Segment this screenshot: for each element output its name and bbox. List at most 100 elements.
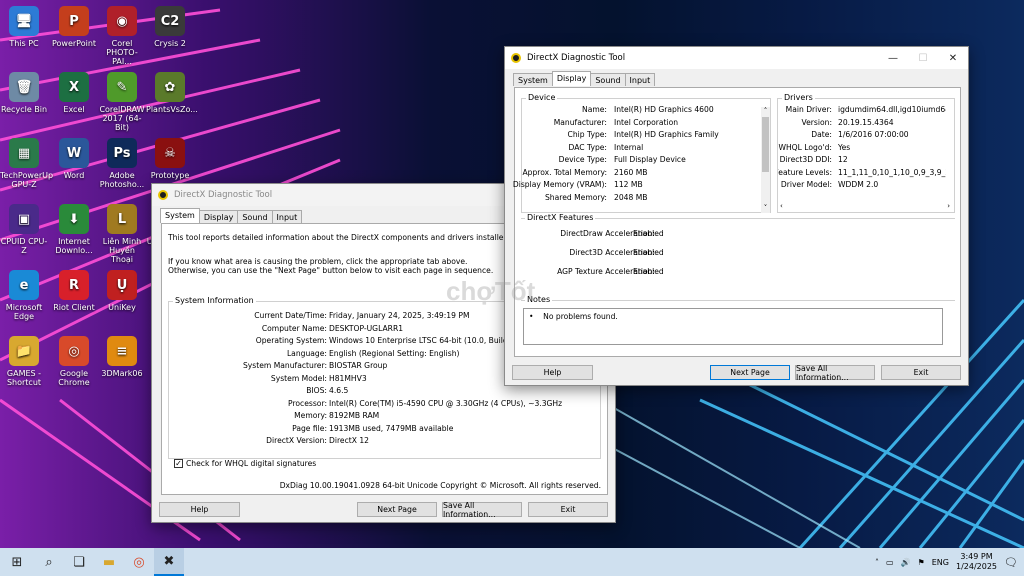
dxdiag-taskbar-icon[interactable]: ✖ [154,548,184,576]
driver-info-label: Feature Levels: [778,167,832,177]
desktop-icon[interactable]: W Word [50,138,98,180]
notifications-icon[interactable]: 🗨 [1004,556,1018,569]
driver-info-value: igdumdim64.dll,igd10iumd64.dll,igd10i [838,105,946,114]
driver-info-value: 12 [838,155,848,164]
scroll-right-icon[interactable]: › [947,202,950,210]
desktop-icon[interactable]: Ụ UniKey [98,270,146,312]
network-icon[interactable]: ▭ [886,558,894,567]
notes-box[interactable]: • No problems found. [523,308,943,345]
app-icon: ◉ [107,6,137,36]
exit-button[interactable]: Exit [881,365,961,380]
desktop-icon-label: GAMES - Shortcut [6,369,42,387]
save-all-information-button[interactable]: Save All Information... [442,501,522,519]
security-icon[interactable]: ⚑ [918,558,925,567]
desktop-icon[interactable]: ▣ CPUID CPU-Z [0,204,48,255]
desktop-icon[interactable]: P PowerPoint [50,6,98,48]
tab-display[interactable]: Display [198,210,239,223]
whql-checkbox[interactable]: ✓ Check for WHQL digital signatures [174,459,316,468]
save-all-information-button[interactable]: Save All Information... [795,364,875,382]
start-windows-icon[interactable]: ⊞ [0,548,34,576]
app-icon: X [59,72,89,102]
app-icon: Ụ [107,270,137,300]
next-page-button[interactable]: Next Page [357,502,437,517]
help-button[interactable]: Help [512,365,593,380]
device-info-value: Full Display Device [614,155,686,164]
scroll-up-icon[interactable]: ˄ [761,107,770,115]
clock[interactable]: 3:49 PM 1/24/2025 [956,552,997,572]
device-scrollbar[interactable]: ˄ ˅ [761,107,770,213]
dxdiag-window-display[interactable]: DirectX Diagnostic Tool — ☐ ✕ System Dis… [504,46,969,386]
checkbox-checked-icon[interactable]: ✓ [174,459,183,468]
system-info-label: Page file: [292,423,327,433]
desktop-icon-label: Recycle Bin [0,105,48,114]
tab-system[interactable]: System [160,208,200,223]
desktop-icon[interactable]: ◉ Corel PHOTO-PAI... [98,6,146,66]
desktop-icon[interactable]: X Excel [50,72,98,114]
desktop-icon[interactable]: ✿ PlantsVsZo... [146,72,198,114]
desktop-icon-label: Adobe Photosho... [99,171,145,189]
close-icon[interactable]: ✕ [938,47,968,69]
system-info-value: 1913MB used, 7479MB available [329,423,454,433]
scroll-down-icon[interactable]: ˅ [761,204,770,212]
desktop-icon-label: Riot Client [53,303,95,312]
desktop-icon[interactable]: ☠ Prototype [146,138,194,180]
next-page-button[interactable]: Next Page [710,365,790,380]
chevron-up-icon[interactable]: ˄ [875,558,879,567]
device-info-label: Shared Memory: [544,192,607,202]
system-info-label: Language: [286,348,327,358]
app-icon: ☠ [155,138,185,168]
file-explorer-icon[interactable]: ▬ [94,548,124,576]
maximize-icon[interactable]: ☐ [908,47,938,69]
desktop-icon[interactable]: Ps Adobe Photosho... [98,138,146,189]
tab-input[interactable]: Input [271,210,303,223]
desktop-icon[interactable]: ✎ CorelDRAW 2017 (64-Bit) [98,72,146,132]
minimize-icon[interactable]: — [878,47,908,69]
desktop-icon[interactable]: R Riot Client [50,270,98,312]
task-view-icon[interactable]: ❏ [64,548,94,576]
drivers-group: Drivers Main Driver: igdumdim64.dll,igd10… [777,93,955,213]
device-info-value: Internal [614,142,644,152]
system-info-label: Operating System: [255,336,327,345]
scroll-thumb[interactable] [762,117,769,172]
device-info-label: Display Memory (VRAM): [512,180,607,189]
features-group-title: DirectX Features [525,213,596,222]
device-info-label: Device Type: [558,155,607,164]
copyright-footer: DxDiag 10.00.19041.0928 64-bit Unicode C… [279,481,601,490]
desktop-icon[interactable]: L Liên Minh Huyền Thoại [98,204,146,264]
driver-horizontal-scrollbar[interactable]: ‹ › [780,202,950,210]
chrome-taskbar-icon[interactable]: ◎ [124,548,154,576]
tab-display[interactable]: Display [551,71,592,86]
app-icon: Ps [107,138,137,168]
tab-system[interactable]: System [513,73,553,86]
desktop-icon[interactable]: ≡ 3DMark06 [98,336,146,378]
desktop-icon-label: Liên Minh Huyền Thoại [102,237,142,264]
desktop-icon[interactable]: 🖥 This PC [0,6,48,48]
app-icon: e [9,270,39,300]
tab-input[interactable]: Input [624,73,656,86]
app-icon: ⬇ [59,204,89,234]
device-info-value: Intel(R) HD Graphics Family [614,130,719,139]
system-info-value: DESKTOP-UGLARR1 [329,323,404,333]
lang-indicator[interactable]: ENG [932,558,949,567]
dxdiag-app-icon [511,53,521,63]
desktop-icon[interactable]: 🗑 Recycle Bin [0,72,48,114]
desktop-icon[interactable]: 📁 GAMES - Shortcut [0,336,48,387]
volume-icon[interactable]: 🔊 [901,558,911,567]
tab-sound[interactable]: Sound [590,73,626,86]
exit-button[interactable]: Exit [528,502,608,517]
desktop-icon[interactable]: C2 Crysis 2 [146,6,194,48]
bullet: • [529,312,544,321]
device-info-label: Manufacturer: [553,117,607,127]
help-button[interactable]: Help [159,502,240,517]
desktop-icon-label: CPUID CPU-Z [0,237,48,255]
desktop-icon[interactable]: ⬇ Internet Downlo... [50,204,98,255]
search-icon[interactable]: ⌕ [34,548,64,576]
title-bar[interactable]: DirectX Diagnostic Tool — ☐ ✕ [505,47,968,69]
device-info-value: Intel(R) HD Graphics 4600 [614,105,714,114]
tab-sound[interactable]: Sound [237,210,273,223]
scroll-left-icon[interactable]: ‹ [780,202,783,210]
desktop-icon[interactable]: e Microsoft Edge [0,270,48,321]
system-info-label: BIOS: [306,386,327,395]
desktop-icon[interactable]: ◎ Google Chrome [50,336,98,387]
desktop-icon[interactable]: ▦ TechPowerUp GPU-Z [0,138,53,189]
